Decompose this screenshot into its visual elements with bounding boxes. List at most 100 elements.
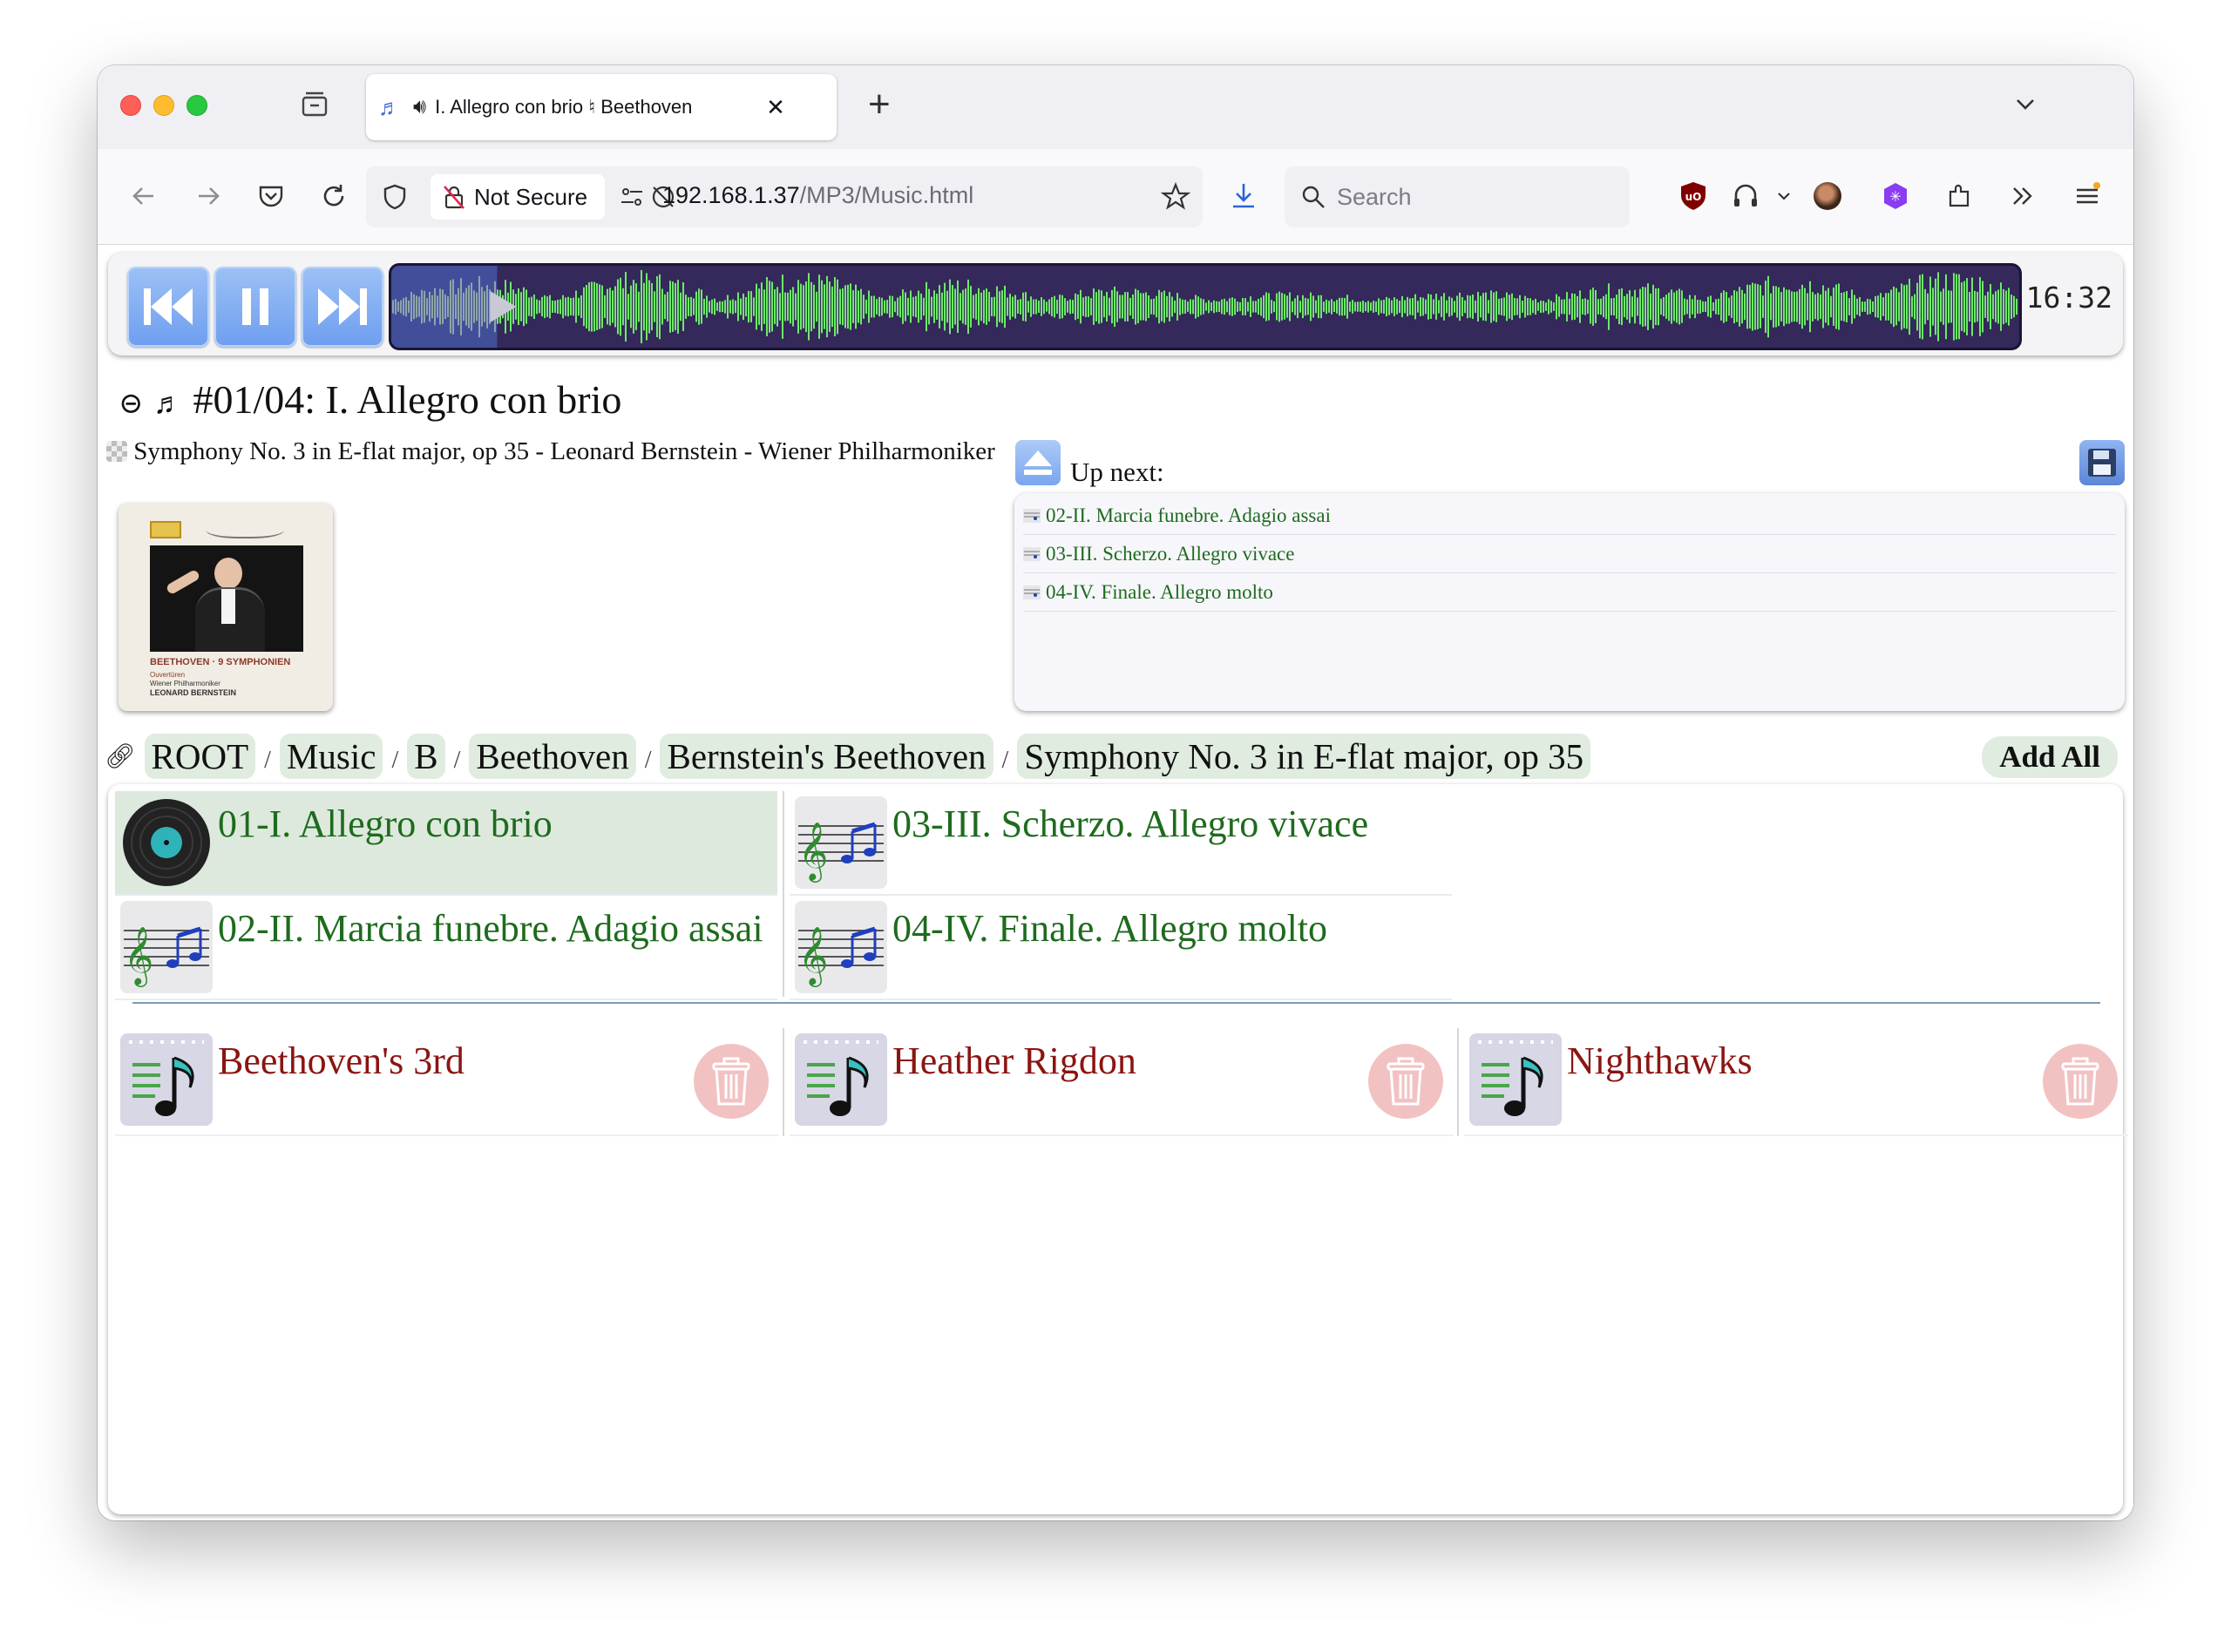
url-path: /MP3/Music.html bbox=[799, 182, 974, 208]
insecure-lock-icon bbox=[444, 186, 465, 209]
track-title: 01-I. Allegro con brio bbox=[218, 802, 553, 845]
ublock-origin-icon[interactable]: uO bbox=[1673, 176, 1713, 216]
music-score-icon: 𝄞 bbox=[120, 901, 213, 993]
track-title: 04-IV. Finale. Allegro molto bbox=[892, 907, 1328, 950]
section-divider bbox=[132, 1002, 2100, 1004]
eject-button[interactable] bbox=[1015, 440, 1061, 485]
queue-item[interactable]: 03-III. Scherzo. Allegro vivace bbox=[1023, 535, 2116, 573]
chevron-down-icon[interactable] bbox=[2013, 91, 2038, 120]
skip-toggle-icon[interactable]: ⊝ bbox=[119, 388, 144, 420]
breadcrumb-separator: / bbox=[453, 747, 461, 774]
new-tab-button[interactable]: + bbox=[868, 83, 891, 126]
breadcrumb-symphony[interactable]: Symphony No. 3 in E-flat major, op 35 bbox=[1017, 734, 1591, 779]
signature-icon bbox=[206, 518, 284, 538]
bookmark-star-icon[interactable] bbox=[1156, 177, 1196, 217]
breadcrumb-music[interactable]: Music bbox=[279, 734, 383, 779]
forward-arrow-icon[interactable] bbox=[188, 176, 228, 216]
breadcrumb-bernsteins-beethoven[interactable]: Bernstein's Beethoven bbox=[660, 734, 993, 779]
track-item-playing[interactable]: 01-I. Allegro con brio bbox=[115, 791, 777, 896]
url-host: 192.168.1.37 bbox=[662, 182, 800, 208]
downloads-icon[interactable] bbox=[1224, 176, 1264, 216]
up-next-label: Up next: bbox=[1070, 457, 1164, 487]
eject-icon bbox=[1024, 450, 1052, 475]
browser-window: ♬ 🔊︎ I. Allegro con brio ♮ Beethoven ✕ + bbox=[98, 65, 2133, 1520]
skip-forward-icon bbox=[318, 288, 367, 325]
queue-item-label: 02-II. Marcia funebre. Adagio assai bbox=[1046, 504, 1331, 526]
now-playing-title: ⊝ ♬ #01/04: I. Allegro con brio bbox=[119, 376, 621, 423]
breadcrumb-separator: / bbox=[264, 747, 271, 774]
track-item[interactable]: 𝄞 04-IV. Finale. Allegro molto bbox=[790, 896, 1452, 1000]
breadcrumb-separator: / bbox=[1001, 747, 1009, 774]
svg-text:𝄞: 𝄞 bbox=[798, 925, 828, 987]
queue-item[interactable]: 02-II. Marcia funebre. Adagio assai bbox=[1023, 497, 2116, 535]
search-bar[interactable]: Search bbox=[1285, 166, 1630, 227]
save-queue-button[interactable] bbox=[2079, 440, 2125, 485]
url-bar[interactable]: Not Secure 192.168.1.37/MP3/Music.html bbox=[366, 166, 1203, 227]
page-content: 16:32 ⊝ ♬ #01/04: I. Allegro con brio Sy… bbox=[98, 246, 2133, 1520]
tab-groups-icon[interactable] bbox=[300, 90, 329, 119]
svg-text:uO: uO bbox=[1685, 191, 1702, 203]
music-note-icon: ♬ bbox=[153, 388, 183, 420]
track-item[interactable]: 𝄞 03-III. Scherzo. Allegro vivace bbox=[790, 791, 1452, 896]
svg-text:𝄞: 𝄞 bbox=[124, 925, 153, 987]
not-secure-indicator[interactable]: Not Secure bbox=[431, 174, 605, 220]
search-icon bbox=[1302, 186, 1325, 208]
playlist-title: Nighthawks bbox=[1567, 1039, 1753, 1082]
music-score-icon bbox=[1023, 546, 1041, 561]
shield-icon[interactable] bbox=[375, 177, 415, 217]
waveform-bars bbox=[392, 270, 2017, 343]
playlist-item[interactable]: Nighthawks bbox=[1464, 1028, 2128, 1136]
track-title: 02-II. Marcia funebre. Adagio assai bbox=[218, 907, 763, 950]
music-score-icon bbox=[1023, 585, 1041, 599]
previous-track-button[interactable] bbox=[127, 267, 209, 347]
label-logo-icon bbox=[150, 521, 181, 538]
waveform-seek-bar[interactable] bbox=[389, 263, 2022, 350]
audio-player: 16:32 bbox=[108, 253, 2123, 355]
vinyl-record-icon bbox=[120, 796, 213, 889]
playlist-icon bbox=[795, 1033, 887, 1126]
trash-icon bbox=[712, 1057, 750, 1106]
hamburger-menu-icon[interactable] bbox=[2067, 176, 2107, 216]
headphones-extension-icon[interactable] bbox=[1726, 176, 1766, 216]
minimize-window-button[interactable] bbox=[153, 95, 174, 116]
navigation-toolbar: Not Secure 192.168.1.37/MP3/Music.html S… bbox=[98, 149, 2133, 245]
back-arrow-icon[interactable] bbox=[124, 176, 164, 216]
url-text[interactable]: 192.168.1.37/MP3/Music.html bbox=[662, 182, 973, 209]
tab-title: I. Allegro con brio ♮ Beethoven bbox=[435, 96, 693, 118]
pocket-icon[interactable] bbox=[251, 176, 291, 216]
delete-playlist-button[interactable] bbox=[1368, 1044, 1443, 1119]
playlist-icon bbox=[120, 1033, 213, 1126]
avatar-extension-icon[interactable] bbox=[1807, 176, 1848, 216]
link-icon[interactable]: 🔗︎ bbox=[105, 741, 136, 771]
breadcrumb-beethoven[interactable]: Beethoven bbox=[469, 734, 636, 779]
zoom-window-button[interactable] bbox=[186, 95, 207, 116]
active-tab[interactable]: ♬ 🔊︎ I. Allegro con brio ♮ Beethoven ✕ bbox=[366, 74, 837, 140]
queue-item[interactable]: 04-IV. Finale. Allegro molto bbox=[1023, 573, 2116, 612]
track-title: 03-III. Scherzo. Allegro vivace bbox=[892, 802, 1369, 845]
playlist-item[interactable]: Heather Rigdon bbox=[790, 1028, 1454, 1136]
up-next-queue: 02-II. Marcia funebre. Adagio assai 03-I… bbox=[1014, 493, 2125, 711]
extensions-puzzle-icon[interactable] bbox=[1940, 176, 1980, 216]
close-tab-icon[interactable]: ✕ bbox=[766, 94, 785, 121]
reload-icon[interactable] bbox=[314, 176, 354, 216]
overflow-menu-icon[interactable] bbox=[2003, 176, 2043, 216]
pause-button[interactable] bbox=[214, 267, 296, 347]
speaker-icon[interactable]: 🔊︎ bbox=[413, 95, 426, 119]
tab-strip: ♬ 🔊︎ I. Allegro con brio ♮ Beethoven ✕ + bbox=[98, 65, 2133, 149]
chevron-down-icon[interactable] bbox=[1764, 176, 1804, 216]
breadcrumb-b[interactable]: B bbox=[407, 734, 445, 779]
skip-back-icon bbox=[144, 288, 193, 325]
delete-playlist-button[interactable] bbox=[2043, 1044, 2118, 1119]
delete-playlist-button[interactable] bbox=[694, 1044, 769, 1119]
track-time: 16:32 bbox=[2025, 281, 2112, 315]
breadcrumb-root[interactable]: ROOT bbox=[144, 734, 256, 779]
album-cover[interactable]: BEETHOVEN · 9 SYMPHONIEN Ouvertüren Wien… bbox=[119, 504, 333, 711]
next-track-button[interactable] bbox=[302, 267, 383, 347]
music-score-icon bbox=[1023, 508, 1041, 523]
track-item[interactable]: 𝄞 02-II. Marcia funebre. Adagio assai bbox=[115, 896, 777, 1000]
playlist-item[interactable]: Beethoven's 3rd bbox=[115, 1028, 779, 1136]
album-info: Symphony No. 3 in E-flat major, op 35 - … bbox=[106, 436, 1048, 467]
close-window-button[interactable] bbox=[120, 95, 141, 116]
snowflake-extension-icon[interactable]: ✳ bbox=[1875, 176, 1916, 216]
add-all-button[interactable]: Add All bbox=[1982, 736, 2118, 778]
